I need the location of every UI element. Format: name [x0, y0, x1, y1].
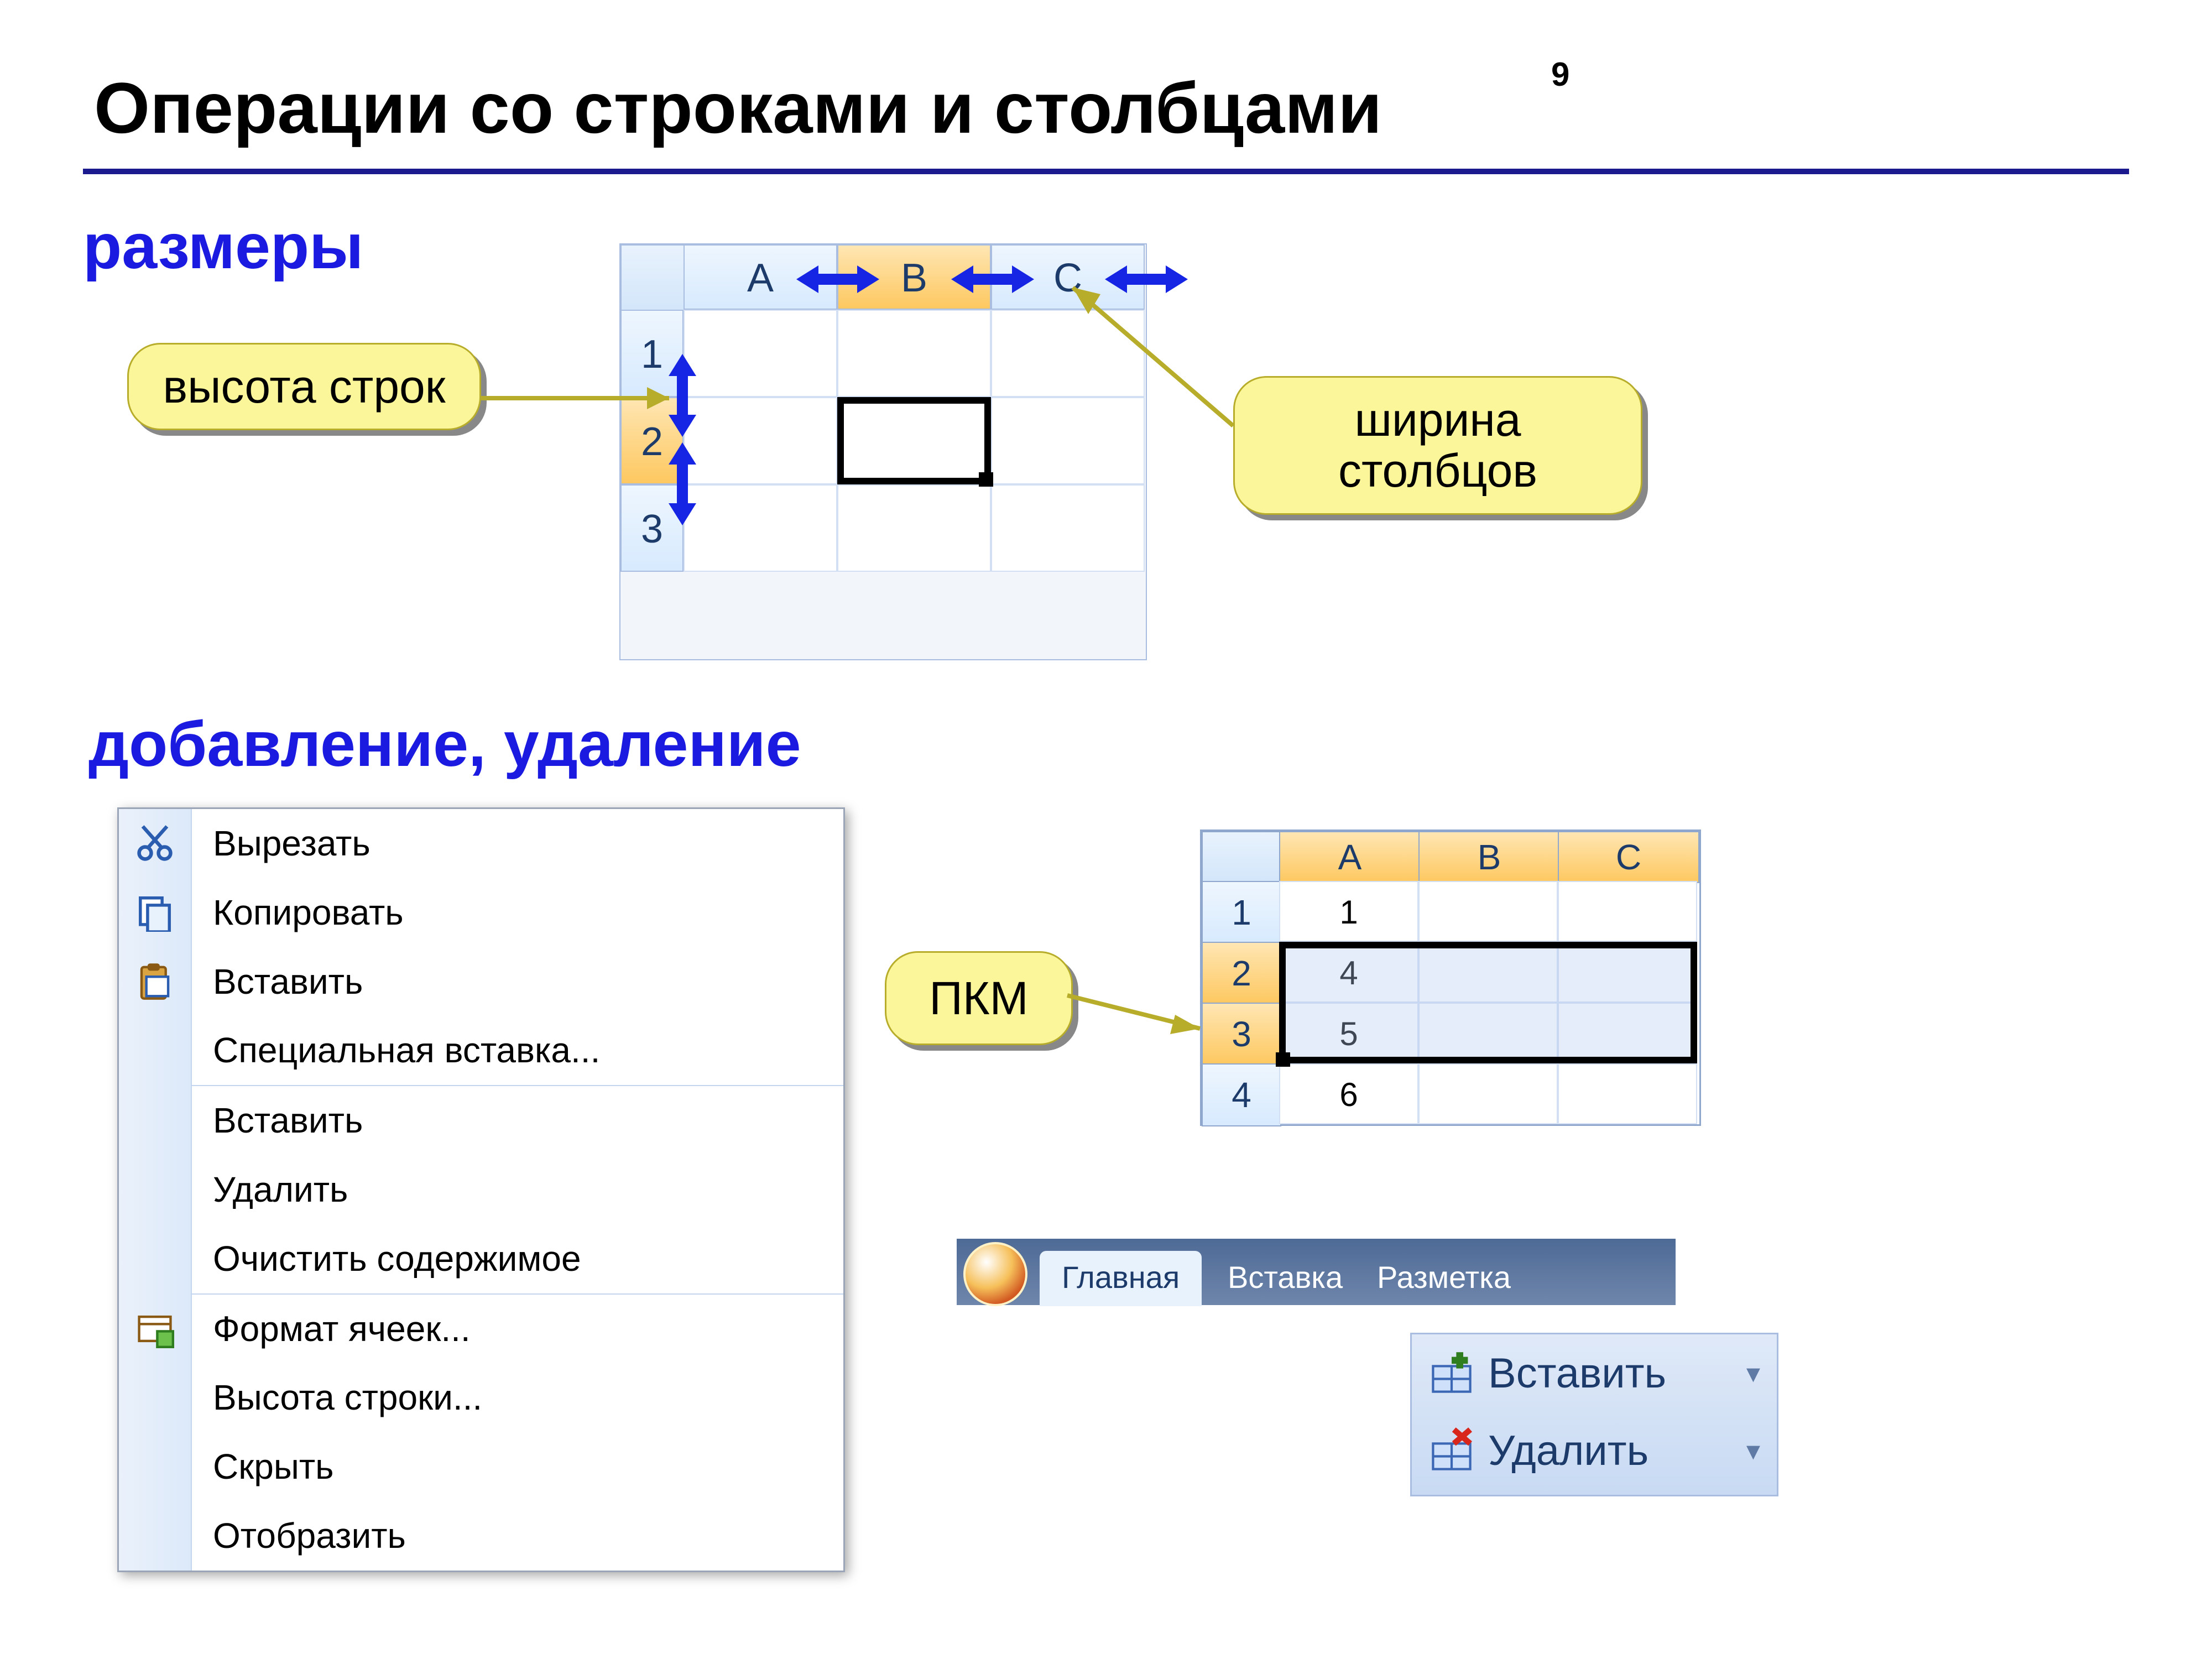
menu-paste-special[interactable]: Специальная вставка...: [119, 1016, 843, 1085]
menu-copy[interactable]: Копировать: [119, 878, 843, 947]
menu-row-height-label: Высота строки...: [213, 1378, 482, 1417]
resize-row-arrow-icon: [666, 354, 699, 437]
menu-cut-label: Вырезать: [213, 823, 371, 863]
cells-group: Вставить ▾ Удалить ▾: [1410, 1333, 1778, 1496]
menu-row-height[interactable]: Высота строки...: [119, 1363, 843, 1432]
menu-insert-label: Вставить: [213, 1100, 363, 1140]
chevron-down-icon: ▾: [1746, 1434, 1760, 1467]
insert-cells-button[interactable]: Вставить ▾: [1412, 1334, 1777, 1412]
cut-icon: [135, 824, 174, 863]
resize-col-arrow-icon: [1105, 263, 1188, 296]
row-header-4[interactable]: 4: [1202, 1063, 1281, 1126]
row-header-3[interactable]: 3: [1202, 1003, 1281, 1066]
insert-cells-icon: [1428, 1350, 1475, 1396]
cell-a3[interactable]: 5: [1279, 1003, 1418, 1063]
cell[interactable]: [684, 484, 837, 572]
cell[interactable]: [1558, 881, 1697, 942]
cell[interactable]: [837, 310, 991, 397]
col-header-b[interactable]: B: [1418, 831, 1560, 883]
cell[interactable]: [991, 397, 1145, 484]
menu-unhide[interactable]: Отобразить: [119, 1501, 843, 1571]
context-menu: Вырезать Копировать Вставить Специальная…: [117, 807, 845, 1572]
section-sizes-heading: размеры: [83, 210, 363, 283]
page-number: 9: [1551, 55, 1569, 93]
chevron-down-icon: ▾: [1746, 1357, 1760, 1389]
delete-cells-button[interactable]: Удалить ▾: [1412, 1412, 1777, 1489]
row-header-1[interactable]: 1: [1202, 881, 1281, 944]
menu-delete-label: Удалить: [213, 1170, 348, 1209]
cell[interactable]: [837, 484, 991, 572]
cell-a2[interactable]: 4: [1279, 942, 1418, 1003]
menu-cut[interactable]: Вырезать: [119, 809, 843, 878]
mini-table-figure: A B C 1 2 3 4 1 4 5 6: [1200, 830, 1701, 1126]
menu-paste[interactable]: Вставить: [119, 947, 843, 1016]
resize-col-arrow-icon: [951, 263, 1034, 296]
insert-cells-label: Вставить: [1488, 1349, 1666, 1397]
grid-select-all[interactable]: [620, 244, 686, 312]
menu-unhide-label: Отобразить: [213, 1516, 406, 1556]
cell[interactable]: [684, 310, 837, 397]
callout-col-width: ширина столбцов: [1233, 376, 1642, 515]
delete-cells-icon: [1428, 1427, 1475, 1474]
paste-icon: [135, 962, 174, 1001]
ribbon-tabs: Главная Вставка Разметка страницы: [957, 1239, 1676, 1305]
menu-clear[interactable]: Очистить содержимое: [119, 1224, 843, 1293]
cell[interactable]: [684, 397, 837, 484]
menu-paste-special-label: Специальная вставка...: [213, 1030, 600, 1070]
cell[interactable]: [1558, 1063, 1697, 1124]
cell[interactable]: [991, 310, 1145, 397]
tab-insert[interactable]: Вставка: [1206, 1251, 1365, 1306]
menu-delete[interactable]: Удалить: [119, 1155, 843, 1224]
menu-format-cells[interactable]: Формат ячеек...: [119, 1295, 843, 1364]
menu-hide-label: Скрыть: [213, 1447, 333, 1486]
cell[interactable]: [1558, 942, 1697, 1003]
cell[interactable]: [991, 484, 1145, 572]
resize-col-arrow-icon: [796, 263, 879, 296]
menu-insert[interactable]: Вставить: [119, 1086, 843, 1155]
menu-format-cells-label: Формат ячеек...: [213, 1309, 471, 1349]
col-header-c[interactable]: C: [1558, 831, 1699, 883]
menu-paste-label: Вставить: [213, 962, 363, 1001]
tab-page-layout[interactable]: Разметка страницы: [1355, 1251, 1676, 1306]
cell[interactable]: [1418, 1003, 1558, 1063]
cell[interactable]: [1418, 881, 1558, 942]
callout-rmb: ПКМ: [885, 951, 1073, 1045]
office-button[interactable]: [963, 1242, 1027, 1306]
cell[interactable]: [1418, 1063, 1558, 1124]
section-add-delete-heading: добавление, удаление: [88, 708, 801, 781]
row-header-2[interactable]: 2: [1202, 942, 1281, 1005]
col-header-a[interactable]: A: [1279, 831, 1421, 883]
title-underline: [83, 169, 2129, 174]
cell[interactable]: [1418, 942, 1558, 1003]
page-title: Операции со строками и столбцами: [94, 66, 1382, 149]
format-cells-icon: [135, 1310, 174, 1348]
cell-a4[interactable]: 6: [1279, 1063, 1418, 1124]
copy-icon: [135, 893, 174, 932]
callout-row-height: высота строк: [127, 343, 481, 430]
tab-home[interactable]: Главная: [1040, 1251, 1202, 1306]
active-cell-b2[interactable]: [837, 397, 991, 484]
cell-a1[interactable]: 1: [1279, 881, 1418, 942]
grid-select-all[interactable]: [1202, 831, 1281, 883]
delete-cells-label: Удалить: [1488, 1427, 1648, 1475]
resize-row-arrow-icon: [666, 442, 699, 525]
cell[interactable]: [1558, 1003, 1697, 1063]
menu-copy-label: Копировать: [213, 893, 404, 932]
menu-clear-label: Очистить содержимое: [213, 1239, 581, 1279]
menu-hide[interactable]: Скрыть: [119, 1432, 843, 1501]
